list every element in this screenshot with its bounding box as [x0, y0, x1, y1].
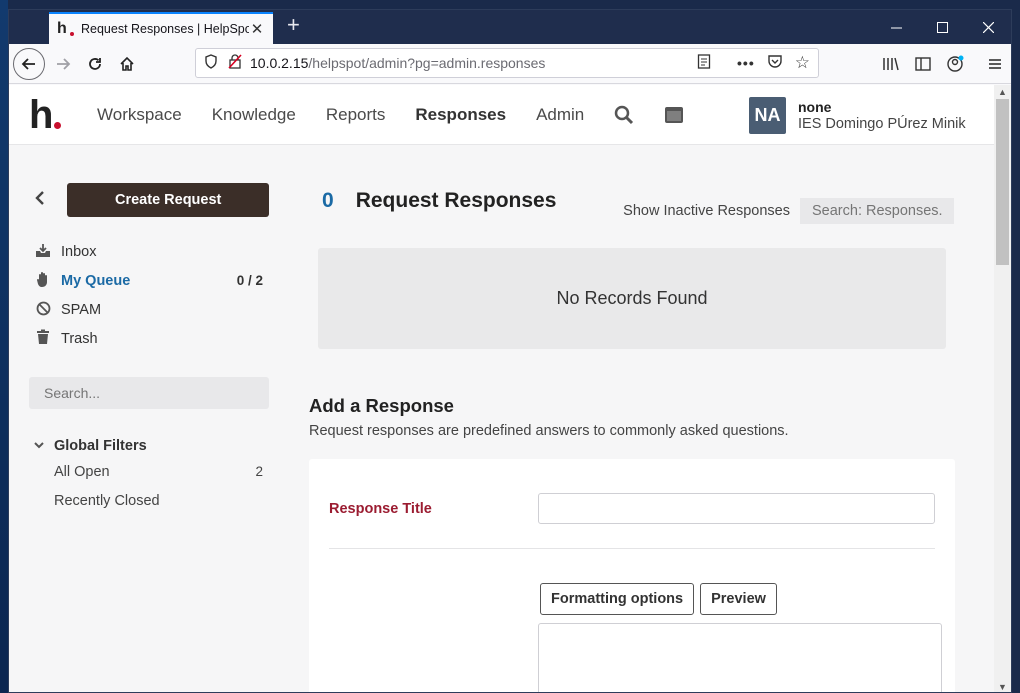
sidebar-item-my-queue[interactable]: My Queue 0 / 2: [34, 266, 269, 295]
filter-recently-closed[interactable]: Recently Closed: [34, 486, 269, 515]
browser-tab[interactable]: h Request Responses | HelpSpot ✕: [49, 12, 273, 44]
home-icon[interactable]: [111, 48, 143, 80]
responses-count: 0: [322, 189, 334, 212]
editor-toolbar: Formatting options Preview: [540, 583, 777, 615]
nav-reports[interactable]: Reports: [326, 105, 386, 125]
library-icon[interactable]: [875, 48, 907, 80]
ban-icon: [34, 301, 52, 319]
sidebar-search-input[interactable]: [29, 377, 269, 409]
url-path: /helpspot/admin?pg=admin.responses: [308, 55, 546, 71]
toolbar-right: [875, 44, 1011, 84]
helpspot-logo[interactable]: h: [29, 95, 65, 135]
sidebar-toggle-icon[interactable]: [907, 48, 939, 80]
close-window-icon[interactable]: [965, 10, 1011, 44]
trash-icon: [34, 329, 52, 348]
sidebar-item-inbox[interactable]: Inbox: [34, 237, 269, 266]
sidebar: Create Request Inbox My Queue 0 / 2 SPAM…: [29, 183, 269, 515]
address-bar[interactable]: 10.0.2.15/helpspot/admin?pg=admin.respon…: [195, 48, 819, 78]
sidebar-item-spam[interactable]: SPAM: [34, 295, 269, 324]
hand-icon: [34, 271, 52, 291]
user-menu[interactable]: NA none IES Domingo PÚrez Minik: [749, 97, 966, 134]
chevron-down-icon: [34, 440, 54, 452]
global-filters: Global Filters All Open 2 Recently Close…: [34, 435, 269, 515]
sidebar-list: Inbox My Queue 0 / 2 SPAM Trash: [34, 237, 269, 353]
reload-icon[interactable]: [79, 48, 111, 80]
tab-title: Request Responses | HelpSpot: [81, 22, 249, 36]
insecure-lock-icon[interactable]: [228, 54, 242, 72]
show-inactive-responses-link[interactable]: Show Inactive Responses: [623, 203, 790, 219]
page-actions-icon[interactable]: •••: [737, 55, 755, 71]
user-name: none: [798, 98, 832, 115]
avatar: NA: [749, 97, 786, 134]
forward-icon[interactable]: [47, 48, 79, 80]
sidebar-item-label: Inbox: [61, 243, 97, 260]
add-response-title: Add a Response: [309, 395, 454, 416]
scroll-up-icon[interactable]: ▲: [994, 85, 1011, 99]
preview-button[interactable]: Preview: [700, 583, 777, 615]
title-bar: h Request Responses | HelpSpot ✕ +: [9, 10, 1011, 44]
new-tab-icon[interactable]: +: [287, 10, 300, 44]
queue-count: 0 / 2: [236, 273, 263, 288]
nav-workspace[interactable]: Workspace: [97, 105, 182, 125]
filter-label: Recently Closed: [54, 492, 160, 509]
maximize-icon[interactable]: [919, 10, 965, 44]
menu-icon[interactable]: [979, 48, 1011, 80]
sidebar-item-trash[interactable]: Trash: [34, 324, 269, 353]
shield-icon[interactable]: [204, 54, 218, 72]
back-icon[interactable]: [13, 47, 45, 80]
search-icon[interactable]: [614, 105, 634, 125]
responses-actions: Show Inactive Responses: [623, 198, 954, 224]
page-scrollbar[interactable]: ▲ ▼: [994, 85, 1011, 692]
user-info: none IES Domingo PÚrez Minik: [798, 99, 966, 133]
sidebar-top: Create Request: [29, 183, 269, 217]
user-org: IES Domingo PÚrez Minik: [798, 115, 966, 132]
filter-all-open[interactable]: All Open 2: [34, 457, 269, 486]
response-title-label: Response Title: [329, 501, 432, 517]
sidebar-item-label: SPAM: [61, 301, 102, 318]
page-content: h Workspace Knowledge Reports Responses …: [9, 85, 995, 692]
app-header: h Workspace Knowledge Reports Responses …: [9, 85, 995, 145]
inbox-icon: [34, 243, 52, 261]
pocket-icon[interactable]: [767, 54, 783, 72]
response-body-textarea[interactable]: [538, 623, 942, 692]
create-request-button[interactable]: Create Request: [67, 183, 269, 217]
window-controls: [873, 10, 1011, 44]
filter-count: 2: [255, 464, 263, 479]
global-filters-header[interactable]: Global Filters: [34, 435, 269, 457]
reader-view-icon[interactable]: [697, 54, 711, 72]
nav-admin[interactable]: Admin: [536, 105, 584, 125]
divider: [329, 548, 935, 549]
account-icon[interactable]: [939, 48, 971, 80]
nav-responses[interactable]: Responses: [415, 105, 506, 125]
response-title-input[interactable]: [538, 493, 935, 524]
formatting-options-button[interactable]: Formatting options: [540, 583, 695, 615]
add-response-description: Request responses are predefined answers…: [309, 423, 789, 439]
url-host: 10.0.2.15: [250, 55, 309, 71]
responses-search-input[interactable]: [800, 198, 954, 224]
scroll-down-icon[interactable]: ▼: [994, 680, 1011, 692]
main-content: 0 Request Responses Show Inactive Respon…: [309, 186, 959, 692]
sidebar-item-label: Trash: [61, 330, 98, 347]
bookmark-star-icon[interactable]: ☆: [795, 53, 810, 73]
navigation-toolbar: 10.0.2.15/helpspot/admin?pg=admin.respon…: [9, 44, 1011, 84]
desktop-background: [0, 0, 8, 693]
nav-knowledge[interactable]: Knowledge: [212, 105, 296, 125]
global-filters-title: Global Filters: [54, 438, 147, 454]
filter-label: All Open: [54, 463, 110, 480]
page-title: Request Responses: [355, 189, 557, 212]
add-response-form: Response Title Formatting options Previe…: [309, 459, 955, 692]
minimize-icon[interactable]: [873, 10, 919, 44]
collapse-sidebar-icon[interactable]: [35, 190, 58, 211]
helpspot-favicon-icon: h: [57, 21, 74, 37]
window-icon[interactable]: [664, 106, 684, 124]
main-nav: Workspace Knowledge Reports Responses Ad…: [97, 105, 684, 125]
sidebar-item-label: My Queue: [61, 272, 131, 289]
browser-window: h Request Responses | HelpSpot ✕ + 10.0.…: [8, 9, 1012, 693]
scrollbar-thumb[interactable]: [996, 99, 1009, 265]
empty-state: No Records Found: [318, 248, 946, 349]
close-tab-icon[interactable]: ✕: [249, 20, 265, 38]
